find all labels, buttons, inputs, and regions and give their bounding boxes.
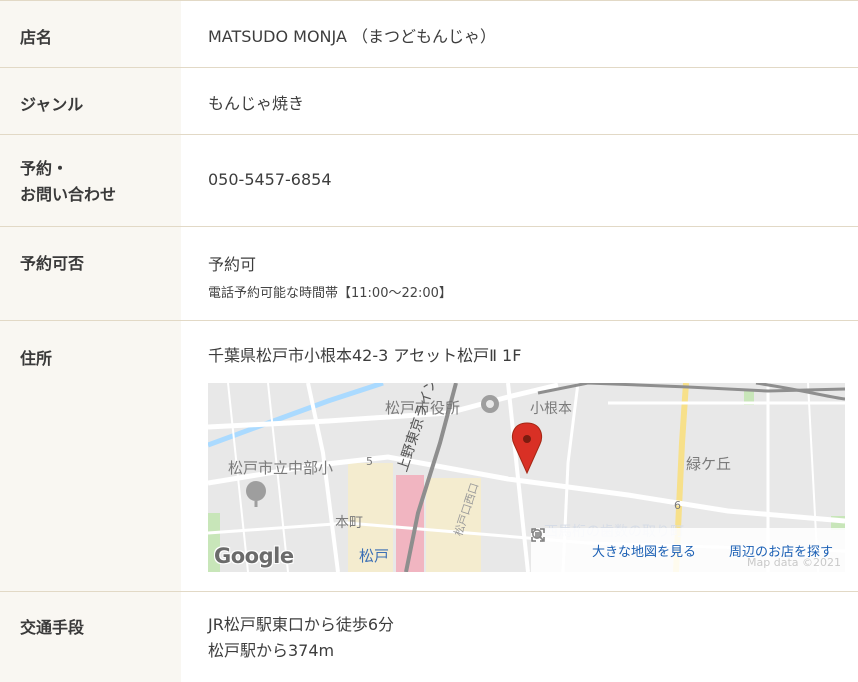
- shop-info-table: 店名 MATSUDO MONJA （まつどもんじゃ） ジャンル もんじゃ焼き 予…: [0, 0, 858, 682]
- availability-label: 予約可否: [0, 227, 181, 320]
- availability-label-text: 予約可否: [20, 254, 85, 273]
- map-label-midorigaoka: 緑ケ丘: [686, 455, 732, 473]
- map-attribution: Map data ©2021: [747, 556, 841, 569]
- address-value: 千葉県松戸市小根本42-3 アセット松戸Ⅱ 1F 松戸市役所 小根本 緑ケ丘 松…: [181, 321, 858, 591]
- genre-label-text: ジャンル: [20, 95, 84, 114]
- address-label: 住所: [0, 321, 181, 591]
- address-text: 千葉県松戸市小根本42-3 アセット松戸Ⅱ 1F: [208, 346, 522, 365]
- row-reservation-contact: 予約・ お問い合わせ 050-5457-6854: [0, 135, 858, 227]
- row-shop-name: 店名 MATSUDO MONJA （まつどもんじゃ）: [0, 1, 858, 68]
- search-icon: [532, 529, 724, 558]
- contact-label-line1: 予約・: [20, 159, 69, 178]
- shop-name-label: 店名: [0, 1, 181, 67]
- access-line-2: 松戸駅から374m: [208, 641, 335, 660]
- expand-icon: [531, 528, 587, 558]
- route-badge-6: 6: [674, 499, 681, 512]
- row-reservation-availability: 予約可否 予約可 電話予約可能な時間帯【11:00〜22:00】: [0, 227, 858, 321]
- contact-label-line2: お問い合わせ: [20, 185, 117, 204]
- reservation-hours-note: 電話予約可能な時間帯【11:00〜22:00】: [208, 286, 452, 301]
- map-label-konemoto: 小根本: [530, 401, 572, 417]
- genre-text: もんじゃ焼き: [208, 94, 305, 113]
- big-map-button[interactable]: 大きな地図を見る: [531, 528, 696, 560]
- row-address: 住所 千葉県松戸市小根本42-3 アセット松戸Ⅱ 1F 松戸市役所 小根本 緑ケ…: [0, 321, 858, 592]
- availability-text: 予約可: [208, 255, 257, 274]
- shop-name-text: MATSUDO MONJA （まつどもんじゃ）: [208, 27, 496, 46]
- address-label-text: 住所: [20, 349, 53, 368]
- map-label-honcho: 本町: [335, 515, 363, 531]
- google-map[interactable]: 松戸市役所 小根本 緑ケ丘 松戸市立中部小 本町 上野東京ライン 西馬桁の歯数の…: [208, 383, 845, 572]
- access-label-text: 交通手段: [20, 618, 85, 637]
- map-label-station: 松戸: [359, 547, 390, 565]
- route-badge-5: 5: [366, 455, 373, 468]
- contact-label: 予約・ お問い合わせ: [0, 135, 181, 226]
- shop-name-label-text: 店名: [20, 28, 53, 47]
- big-map-label: 大きな地図を見る: [591, 544, 696, 560]
- contact-value: 050-5457-6854: [181, 135, 858, 226]
- availability-value: 予約可 電話予約可能な時間帯【11:00〜22:00】: [181, 227, 858, 320]
- google-logo: Google: [214, 544, 294, 568]
- genre-label: ジャンル: [0, 68, 181, 134]
- phone-number[interactable]: 050-5457-6854: [208, 170, 845, 189]
- genre-value: もんじゃ焼き: [181, 68, 858, 134]
- map-label-school: 松戸市立中部小: [228, 459, 334, 477]
- row-genre: ジャンル もんじゃ焼き: [0, 68, 858, 135]
- shop-name-value: MATSUDO MONJA （まつどもんじゃ）: [181, 1, 858, 67]
- access-line-1: JR松戸駅東口から徒歩6分: [208, 615, 395, 634]
